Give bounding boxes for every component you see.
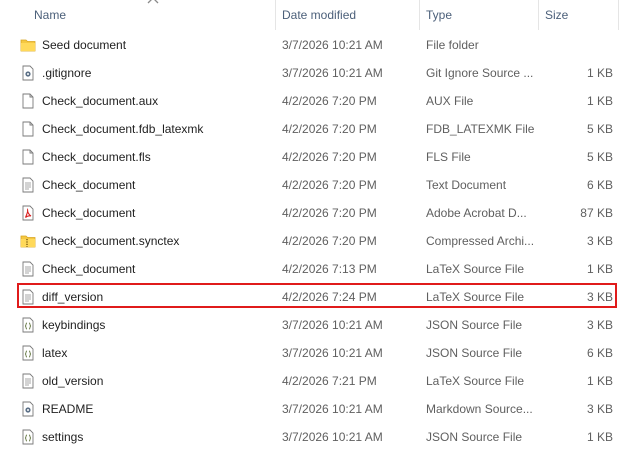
file-row-check-document-fls[interactable]: Check_document.fls 4/2/2026 7:20 PM FLS … [0, 143, 625, 171]
file-size: 6 KB [586, 346, 613, 360]
name-column-header[interactable]: Name [34, 0, 66, 30]
file-type: LaTeX Source File [426, 374, 525, 388]
file-row-check-document-txt[interactable]: Check_document 4/2/2026 7:20 PM Text Doc… [0, 171, 625, 199]
date-modified-column-header[interactable]: Date modified [282, 0, 356, 30]
file-type: Markdown Source... [426, 402, 533, 416]
file-type: JSON Source File [426, 346, 523, 360]
file-date-modified: 4/2/2026 7:20 PM [282, 150, 377, 164]
file-type: JSON Source File [426, 318, 523, 332]
text-file-icon [22, 261, 34, 277]
json-file-icon [22, 317, 34, 333]
file-size: 1 KB [586, 262, 613, 276]
size-column-header[interactable]: Size [545, 0, 568, 30]
file-row-seed-document[interactable]: Seed document 3/7/2026 10:21 AM File fol… [0, 31, 625, 59]
file-name: Check_document.aux [42, 94, 159, 108]
file-name: Seed document [42, 38, 127, 52]
file-name: Check_document [42, 262, 136, 276]
file-row-check-document-aux[interactable]: Check_document.aux 4/2/2026 7:20 PM AUX … [0, 87, 625, 115]
file-type: AUX File [426, 94, 474, 108]
file-size: 1 KB [586, 66, 613, 80]
file-date-modified: 4/2/2026 7:20 PM [282, 234, 377, 248]
sort-ascending-icon [147, 0, 159, 4]
file-type: FDB_LATEXMK File [426, 122, 535, 136]
file-name: latex [42, 346, 68, 360]
file-date-modified: 3/7/2026 10:21 AM [282, 66, 383, 80]
file-row-gitignore[interactable]: .gitignore 3/7/2026 10:21 AM Git Ignore … [0, 59, 625, 87]
file-name: Check_document.synctex [42, 234, 180, 248]
file-row-check-document-synctex[interactable]: Check_document.synctex 4/2/2026 7:20 PM … [0, 227, 625, 255]
file-size: 1 KB [586, 430, 613, 444]
blank-file-icon [22, 93, 34, 109]
file-row-check-document-pdf[interactable]: Check_document 4/2/2026 7:20 PM Adobe Ac… [0, 199, 625, 227]
zip-folder-icon [20, 235, 36, 248]
file-date-modified: 3/7/2026 10:21 AM [282, 38, 383, 52]
file-type: FLS File [426, 150, 471, 164]
file-date-modified: 4/2/2026 7:20 PM [282, 94, 377, 108]
file-type: File folder [426, 38, 479, 52]
json-file-icon [22, 429, 34, 445]
file-row-old-version[interactable]: old_version 4/2/2026 7:21 PM LaTeX Sourc… [0, 367, 625, 395]
gitignore-file-icon [22, 65, 34, 81]
file-date-modified: 3/7/2026 10:21 AM [282, 430, 383, 444]
file-size: 5 KB [586, 122, 613, 136]
file-date-modified: 3/7/2026 10:21 AM [282, 318, 383, 332]
column-divider[interactable] [419, 0, 420, 30]
folder-icon [20, 39, 36, 52]
file-size: 5 KB [586, 150, 613, 164]
file-name: .gitignore [42, 66, 92, 80]
column-divider[interactable] [618, 0, 619, 30]
file-size: 1 KB [586, 94, 613, 108]
file-date-modified: 3/7/2026 10:21 AM [282, 402, 383, 416]
file-name: Check_document [42, 206, 136, 220]
file-size: 3 KB [586, 318, 613, 332]
file-name: Check_document.fls [42, 150, 151, 164]
column-divider[interactable] [538, 0, 539, 30]
file-type: LaTeX Source File [426, 262, 525, 276]
file-row-latex[interactable]: latex 3/7/2026 10:21 AM JSON Source File… [0, 339, 625, 367]
file-size: 3 KB [586, 234, 613, 248]
file-size: 1 KB [586, 374, 613, 388]
file-type: Text Document [426, 178, 507, 192]
file-name: Check_document.fdb_latexmk [42, 122, 204, 136]
file-date-modified: 4/2/2026 7:20 PM [282, 178, 377, 192]
json-file-icon [22, 345, 34, 361]
file-date-modified: 4/2/2026 7:20 PM [282, 206, 377, 220]
file-name: settings [42, 430, 84, 444]
file-row-check-document-tex[interactable]: Check_document 4/2/2026 7:13 PM LaTeX So… [0, 255, 625, 283]
file-size: 3 KB [586, 402, 613, 416]
file-row-settings[interactable]: settings 3/7/2026 10:21 AM JSON Source F… [0, 423, 625, 451]
file-date-modified: 3/7/2026 10:21 AM [282, 346, 383, 360]
file-type: JSON Source File [426, 430, 523, 444]
blank-file-icon [22, 121, 34, 137]
file-size: 6 KB [586, 178, 613, 192]
type-column-header[interactable]: Type [426, 0, 452, 30]
column-divider[interactable] [275, 0, 276, 30]
file-date-modified: 4/2/2026 7:21 PM [282, 374, 377, 388]
file-row-check-document-fdb-latexmk[interactable]: Check_document.fdb_latexmk 4/2/2026 7:20… [0, 115, 625, 143]
text-file-icon [22, 177, 34, 193]
file-row-keybindings[interactable]: keybindings 3/7/2026 10:21 AM JSON Sourc… [0, 311, 625, 339]
file-type: Adobe Acrobat D... [426, 206, 527, 220]
file-date-modified: 4/2/2026 7:13 PM [282, 262, 377, 276]
file-row-readme[interactable]: README 3/7/2026 10:21 AM Markdown Source… [0, 395, 625, 423]
file-name: old_version [42, 374, 104, 388]
markdown-file-icon [22, 401, 34, 417]
file-name: keybindings [42, 318, 106, 332]
blank-file-icon [22, 149, 34, 165]
file-type: Compressed Archi... [426, 234, 535, 248]
highlight-box [17, 283, 617, 308]
file-type: Git Ignore Source ... [426, 66, 534, 80]
file-size [540, 31, 613, 59]
text-file-icon [22, 373, 34, 389]
column-header-bar: Name Date modified Type Size [0, 0, 625, 30]
file-date-modified: 4/2/2026 7:20 PM [282, 122, 377, 136]
file-size: 87 KB [580, 206, 613, 220]
file-name: README [42, 402, 94, 416]
file-name: Check_document [42, 178, 136, 192]
pdf-file-icon [22, 205, 34, 221]
